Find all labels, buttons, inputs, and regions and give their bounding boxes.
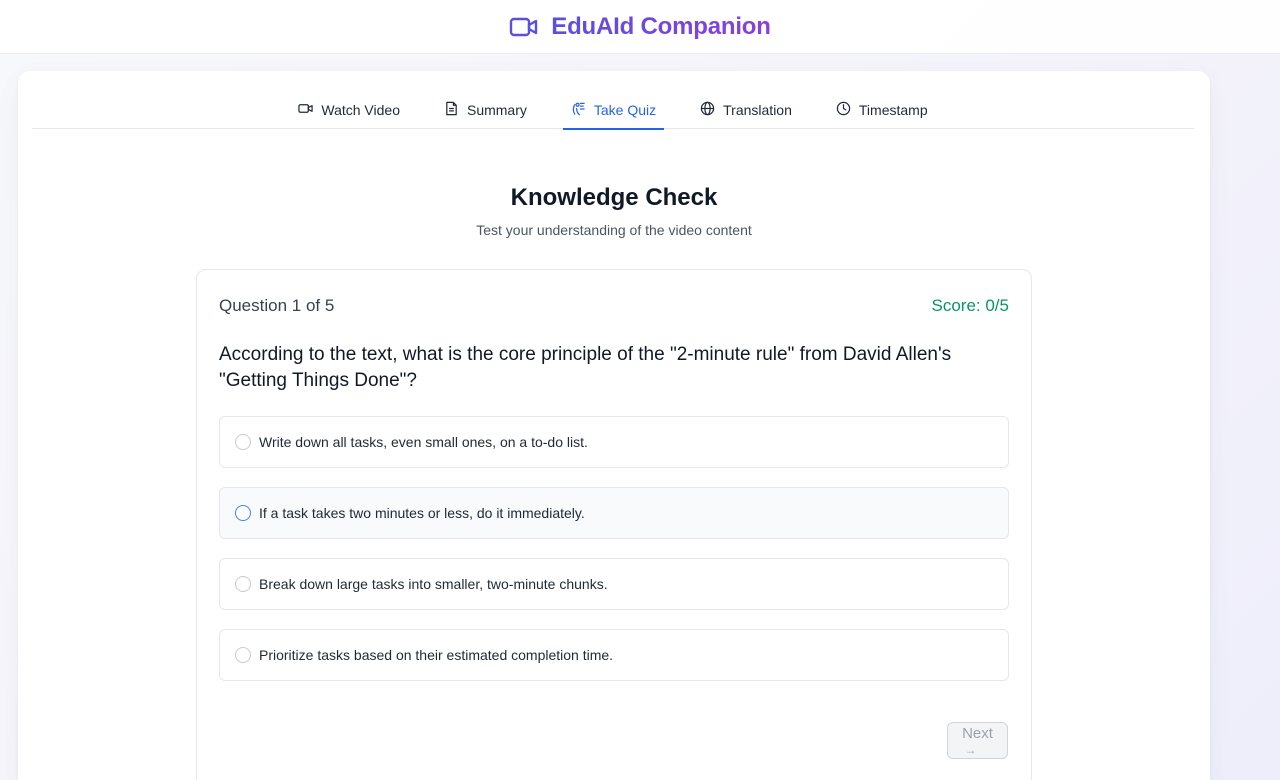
answer-option[interactable]: Break down large tasks into smaller, two… bbox=[219, 558, 1009, 610]
tab-bar: Watch Video Summary Take Quiz Translatio… bbox=[32, 91, 1194, 130]
quiz-icon bbox=[571, 101, 586, 119]
video-icon bbox=[298, 101, 314, 119]
option-label: Prioritize tasks based on their estimate… bbox=[259, 647, 614, 663]
tab-take-quiz[interactable]: Take Quiz bbox=[562, 91, 665, 130]
question-text: According to the text, what is the core … bbox=[219, 344, 952, 391]
option-label: Write down all tasks, even small ones, o… bbox=[259, 434, 588, 450]
video-camera-icon bbox=[509, 16, 539, 38]
score-display: Score: 0/5 bbox=[931, 296, 1010, 315]
page-title: Knowledge Check bbox=[510, 184, 718, 211]
globe-icon bbox=[700, 101, 715, 119]
radio-button[interactable] bbox=[235, 434, 251, 450]
radio-button[interactable] bbox=[235, 576, 251, 592]
tab-watch-video[interactable]: Watch Video bbox=[290, 91, 408, 129]
app-title: EduAId Companion bbox=[551, 12, 771, 40]
option-label: If a task takes two minutes or less, do … bbox=[259, 505, 585, 521]
page-subtitle: Test your understanding of the video con… bbox=[476, 222, 752, 238]
answer-option[interactable]: If a task takes two minutes or less, do … bbox=[219, 487, 1009, 539]
tab-timestamp[interactable]: Timestamp bbox=[828, 91, 936, 129]
clock-icon bbox=[836, 101, 851, 119]
tab-label: Watch Video bbox=[321, 102, 400, 118]
tab-label: Summary bbox=[466, 102, 527, 118]
document-icon bbox=[444, 101, 459, 119]
question-counter: Question 1 of 5 bbox=[219, 296, 335, 315]
top-bar: EduAId Companion bbox=[0, 0, 1280, 54]
radio-button[interactable] bbox=[235, 647, 251, 663]
arrow-right-icon: → bbox=[964, 742, 977, 757]
option-label: Break down large tasks into smaller, two… bbox=[259, 576, 608, 592]
tab-summary[interactable]: Summary bbox=[436, 91, 535, 129]
tab-translation[interactable]: Translation bbox=[692, 91, 800, 129]
quiz-card: Question 1 of 5 Score: 0/5 According to … bbox=[196, 269, 1032, 780]
tab-label: Translation bbox=[723, 102, 792, 118]
main-card: Watch Video Summary Take Quiz Translatio… bbox=[18, 71, 1210, 780]
tab-label: Timestamp bbox=[858, 102, 928, 118]
answer-option[interactable]: Prioritize tasks based on their estimate… bbox=[219, 629, 1009, 681]
next-label: Next bbox=[962, 724, 993, 742]
radio-button[interactable] bbox=[235, 505, 251, 521]
tab-label: Take Quiz bbox=[593, 102, 657, 118]
answer-option[interactable]: Write down all tasks, even small ones, o… bbox=[219, 416, 1009, 468]
next-button[interactable]: Next → bbox=[947, 722, 1008, 759]
brand: EduAId Companion bbox=[509, 12, 771, 41]
